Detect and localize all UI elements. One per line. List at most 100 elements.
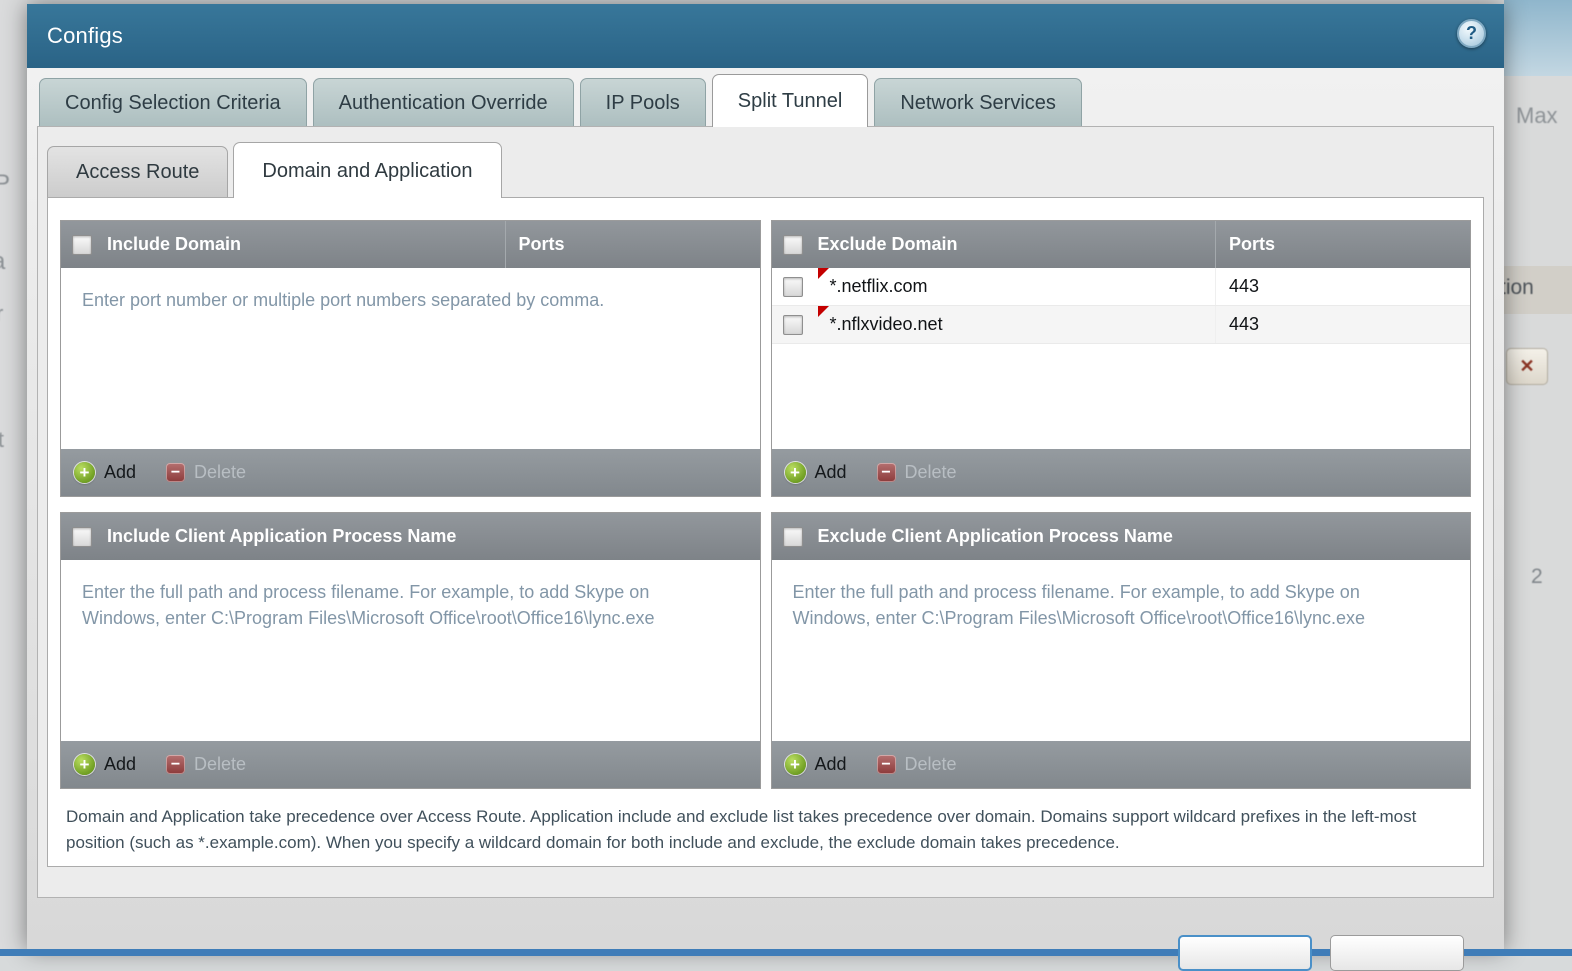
- include-app-body[interactable]: Enter the full path and process filename…: [61, 560, 760, 741]
- tab-network-services[interactable]: Network Services: [874, 78, 1082, 126]
- header-checkbox-cell: [772, 221, 818, 268]
- delete-label: Delete: [194, 754, 246, 775]
- header-checkbox-cell: [772, 513, 818, 560]
- delete-label: Delete: [905, 754, 957, 775]
- include-app-header-label: Include Client Application Process Name: [107, 513, 760, 560]
- exclude-domain-header-label: Exclude Domain: [818, 221, 1216, 268]
- exclude-app-footer: + Add − Delete: [772, 741, 1471, 788]
- exclude-app-placeholder: Enter the full path and process filename…: [772, 560, 1471, 631]
- modified-flag-icon: [818, 306, 829, 317]
- delete-icon: −: [166, 755, 185, 774]
- split-tunnel-content: Access Route Domain and Application Incl…: [37, 126, 1494, 898]
- background-left-fragment: r: [0, 301, 3, 327]
- row-checkbox[interactable]: [783, 277, 803, 297]
- domain-application-panel: Include Domain Ports Enter port number o…: [47, 197, 1484, 867]
- include-app-footer: + Add − Delete: [61, 741, 760, 788]
- configs-dialog: Configs ? Config Selection Criteria Auth…: [27, 4, 1504, 950]
- background-left-fragment: it: [0, 427, 4, 453]
- delete-button[interactable]: − Delete: [166, 462, 246, 483]
- background-header-fragment: [1504, 0, 1572, 76]
- ports-cell: 443: [1215, 306, 1470, 343]
- tables-grid: Include Domain Ports Enter port number o…: [60, 220, 1471, 789]
- modified-flag-icon: [818, 268, 829, 279]
- subtab-access-route[interactable]: Access Route: [47, 146, 228, 197]
- add-label: Add: [104, 462, 136, 483]
- add-icon: +: [74, 754, 95, 775]
- delete-icon: −: [877, 463, 896, 482]
- tab-config-selection-criteria[interactable]: Config Selection Criteria: [39, 78, 307, 126]
- tab-authentication-override[interactable]: Authentication Override: [313, 78, 574, 126]
- domain-value: *.netflix.com: [830, 276, 928, 297]
- ports-header-label: Ports: [505, 221, 760, 268]
- exclude-app-header: Exclude Client Application Process Name: [772, 513, 1471, 560]
- select-all-checkbox[interactable]: [783, 235, 803, 255]
- header-checkbox-cell: [61, 513, 107, 560]
- sub-tab-bar: Access Route Domain and Application: [38, 127, 1493, 197]
- select-all-checkbox[interactable]: [72, 235, 92, 255]
- add-icon: +: [74, 462, 95, 483]
- exclude-domain-table: Exclude Domain Ports *.netflix.com: [771, 220, 1472, 497]
- include-domain-body[interactable]: Enter port number or multiple port numbe…: [61, 268, 760, 449]
- delete-button[interactable]: − Delete: [877, 754, 957, 775]
- include-domain-table: Include Domain Ports Enter port number o…: [60, 220, 761, 497]
- select-all-checkbox[interactable]: [783, 527, 803, 547]
- subtab-domain-and-application[interactable]: Domain and Application: [233, 142, 501, 198]
- add-label: Add: [815, 754, 847, 775]
- add-label: Add: [815, 462, 847, 483]
- include-app-header: Include Client Application Process Name: [61, 513, 760, 560]
- delete-button[interactable]: − Delete: [166, 754, 246, 775]
- delete-label: Delete: [194, 462, 246, 483]
- row-checkbox-cell: [772, 306, 818, 343]
- include-app-table: Include Client Application Process Name …: [60, 512, 761, 789]
- exclude-app-table: Exclude Client Application Process Name …: [771, 512, 1472, 789]
- delete-icon: −: [877, 755, 896, 774]
- dialog-titlebar: Configs ?: [27, 4, 1504, 68]
- include-domain-header-label: Include Domain: [107, 221, 505, 268]
- close-icon: ✕: [1519, 356, 1534, 377]
- background-right-strip: [1504, 0, 1572, 956]
- header-checkbox-cell: [61, 221, 107, 268]
- include-domain-footer: + Add − Delete: [61, 449, 760, 496]
- domain-value: *.nflxvideo.net: [830, 314, 943, 335]
- domain-cell: *.netflix.com: [818, 268, 1216, 305]
- delete-icon: −: [166, 463, 185, 482]
- precedence-note: Domain and Application take precedence o…: [66, 804, 1456, 857]
- add-button[interactable]: + Add: [74, 462, 136, 483]
- help-icon[interactable]: ?: [1457, 19, 1486, 48]
- tab-split-tunnel[interactable]: Split Tunnel: [712, 74, 869, 127]
- add-button[interactable]: + Add: [785, 462, 847, 483]
- dialog-secondary-button[interactable]: [1330, 935, 1464, 971]
- exclude-domain-body: *.netflix.com 443 *.nflxvideo.net: [772, 268, 1471, 449]
- add-icon: +: [785, 462, 806, 483]
- ports-header-label: Ports: [1215, 221, 1470, 268]
- row-checkbox-cell: [772, 268, 818, 305]
- add-label: Add: [104, 754, 136, 775]
- tab-ip-pools[interactable]: IP Pools: [580, 78, 706, 126]
- select-all-checkbox[interactable]: [72, 527, 92, 547]
- dialog-title: Configs: [47, 23, 123, 49]
- include-domain-header: Include Domain Ports: [61, 221, 760, 268]
- ports-cell: 443: [1215, 268, 1470, 305]
- include-domain-placeholder: Enter port number or multiple port numbe…: [61, 268, 760, 313]
- background-text-tion: tion: [1500, 276, 1534, 300]
- table-row[interactable]: *.nflxvideo.net 443: [772, 306, 1471, 344]
- table-row[interactable]: *.netflix.com 443: [772, 268, 1471, 306]
- background-text-2: 2: [1531, 565, 1543, 589]
- add-icon: +: [785, 754, 806, 775]
- add-button[interactable]: + Add: [785, 754, 847, 775]
- include-app-placeholder: Enter the full path and process filename…: [61, 560, 760, 631]
- row-checkbox[interactable]: [783, 315, 803, 335]
- background-close-button[interactable]: ✕: [1506, 348, 1548, 385]
- dialog-primary-button[interactable]: [1178, 935, 1312, 971]
- delete-button[interactable]: − Delete: [877, 462, 957, 483]
- exclude-app-header-label: Exclude Client Application Process Name: [818, 513, 1471, 560]
- exclude-domain-header: Exclude Domain Ports: [772, 221, 1471, 268]
- delete-label: Delete: [905, 462, 957, 483]
- background-text-max: Max: [1516, 103, 1558, 129]
- exclude-app-body[interactable]: Enter the full path and process filename…: [772, 560, 1471, 741]
- add-button[interactable]: + Add: [74, 754, 136, 775]
- domain-cell: *.nflxvideo.net: [818, 306, 1216, 343]
- background-left-strip: [0, 0, 27, 956]
- main-tab-bar: Config Selection Criteria Authentication…: [27, 68, 1504, 126]
- background-left-fragment: P: [0, 170, 10, 198]
